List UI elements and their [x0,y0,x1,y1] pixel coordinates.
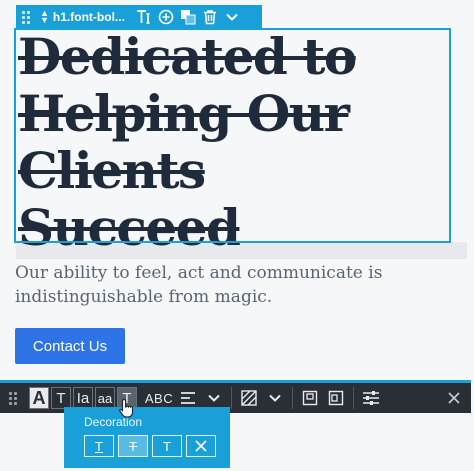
background-pattern-icon[interactable] [236,387,262,409]
contact-us-button[interactable]: Contact Us [15,328,125,364]
toolbar-divider [353,387,354,409]
underline-icon: T [95,438,103,454]
layout-side-icon[interactable] [323,387,349,409]
toolbar-divider [292,387,293,409]
font-weight-bold-button[interactable]: A [29,387,49,409]
font-weight-regular-button[interactable]: T [51,387,71,409]
align-dropdown-chevron-icon[interactable] [201,387,227,409]
layers-icon[interactable] [177,6,199,28]
settings-sliders-icon[interactable] [358,387,384,409]
decoration-underline-button[interactable]: T [84,435,114,457]
paragraph-line-1: Our ability to feel, act and communicate… [15,263,383,283]
decoration-popup: Decoration T T T [64,407,230,468]
move-up-down-icon[interactable]: ▲ ▼ [40,8,49,24]
close-icon[interactable] [441,387,467,409]
intro-paragraph[interactable]: Our ability to feel, act and communicate… [15,261,455,309]
chevron-down-icon[interactable] [221,6,243,28]
pattern-dropdown-chevron-icon[interactable] [262,387,288,409]
font-style-italic-button[interactable]: Ia [73,387,93,409]
text-transform-button[interactable]: ABC [143,387,175,409]
layout-top-icon[interactable] [297,387,323,409]
toolbar-divider [231,387,232,409]
hand-pointer-icon [119,398,134,418]
decoration-none-button[interactable]: T [152,435,182,457]
toolbar-drag-handle-icon[interactable] [9,391,21,405]
add-circle-icon[interactable] [155,6,177,28]
letter-case-button[interactable]: aa [95,387,115,409]
decoration-strikethrough-button[interactable]: T [118,435,148,457]
paragraph-line-2: indistinguishable from magic. [15,287,273,307]
element-selector[interactable]: h1.font-bol... [53,10,125,24]
element-toolbar: ▲ ▼ h1.font-bol... [16,5,262,28]
trash-icon[interactable] [199,6,221,28]
drag-handle-icon[interactable] [22,10,34,24]
decoration-title: Decoration [84,415,143,429]
clear-x-icon [195,440,207,452]
strikethrough-icon: T [129,438,137,454]
text-align-icon[interactable] [175,387,201,409]
text-cursor-icon[interactable] [133,6,155,28]
decoration-clear-button[interactable] [186,435,216,457]
selection-outline [14,28,451,243]
plain-text-icon: T [163,438,171,454]
